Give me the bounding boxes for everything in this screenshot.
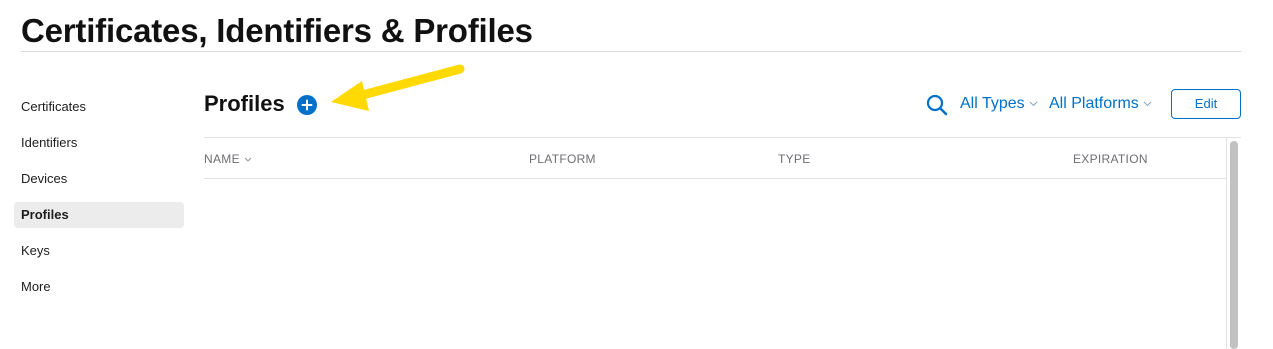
sidebar: Certificates Identifiers Devices Profile… xyxy=(14,94,184,310)
column-header-platform[interactable]: PLATFORM xyxy=(529,152,596,166)
filter-types-label: All Types xyxy=(960,95,1025,112)
search-icon[interactable] xyxy=(926,94,948,116)
sidebar-item-label: Profiles xyxy=(21,207,69,222)
chevron-down-icon xyxy=(1029,101,1038,107)
sidebar-item-certificates[interactable]: Certificates xyxy=(14,94,184,120)
column-header-label: EXPIRATION xyxy=(1073,152,1148,166)
filter-types-dropdown[interactable]: All Types xyxy=(960,95,1038,113)
edit-button[interactable]: Edit xyxy=(1171,89,1241,119)
plus-circle-icon xyxy=(301,99,313,111)
sidebar-item-more[interactable]: More xyxy=(14,274,184,300)
column-header-label: PLATFORM xyxy=(529,152,596,166)
table-divider xyxy=(204,137,1241,138)
column-header-label: NAME xyxy=(204,152,240,166)
add-profile-button[interactable] xyxy=(297,95,317,115)
column-header-name[interactable]: NAME xyxy=(204,152,252,166)
filter-platforms-dropdown[interactable]: All Platforms xyxy=(1049,95,1152,113)
column-header-label: TYPE xyxy=(778,152,811,166)
column-header-expiration[interactable]: EXPIRATION xyxy=(1073,152,1148,166)
page-title: Certificates, Identifiers & Profiles xyxy=(21,12,533,49)
filter-platforms-label: All Platforms xyxy=(1049,95,1139,112)
sidebar-item-profiles[interactable]: Profiles xyxy=(14,202,184,228)
sidebar-item-identifiers[interactable]: Identifiers xyxy=(14,130,184,156)
section-title: Profiles xyxy=(204,91,285,116)
sidebar-item-label: Keys xyxy=(21,243,50,258)
sidebar-item-label: More xyxy=(21,279,51,294)
column-header-type[interactable]: TYPE xyxy=(778,152,811,166)
sidebar-item-label: Devices xyxy=(21,171,68,186)
table-header-divider xyxy=(204,178,1226,179)
arrow-annotation xyxy=(331,64,465,111)
chevron-down-icon xyxy=(1143,101,1152,107)
table-right-border xyxy=(1226,138,1227,349)
sidebar-item-devices[interactable]: Devices xyxy=(14,166,184,192)
scrollbar-thumb[interactable] xyxy=(1230,141,1238,349)
title-divider xyxy=(21,51,1241,52)
sidebar-item-label: Identifiers xyxy=(21,135,78,150)
sidebar-item-keys[interactable]: Keys xyxy=(14,238,184,264)
chevron-down-icon xyxy=(244,157,252,162)
sidebar-item-label: Certificates xyxy=(21,99,87,114)
